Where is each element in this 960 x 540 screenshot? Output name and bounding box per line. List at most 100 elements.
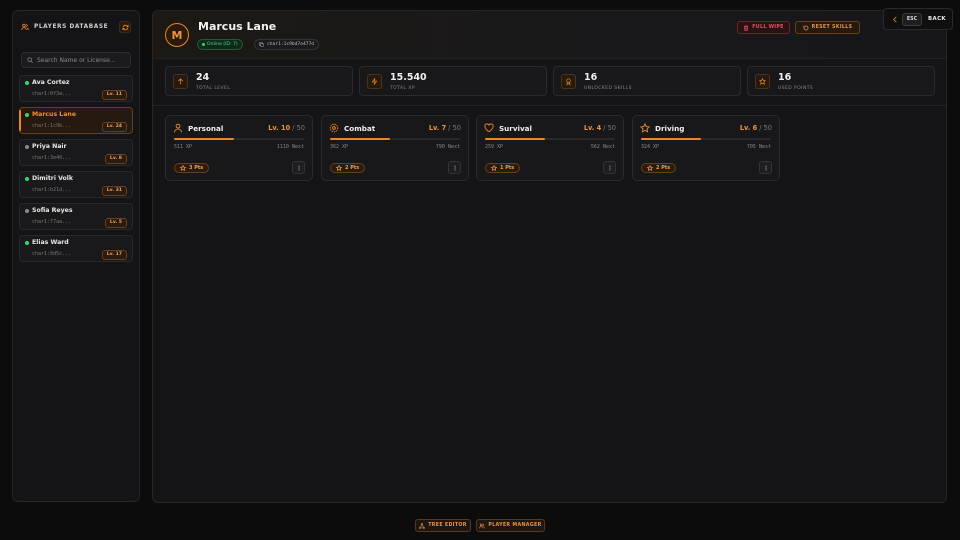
tree-menu-button[interactable]: [759, 161, 772, 174]
points-badge: 2 Pts: [330, 163, 366, 173]
reset-skills-label: RESET SKILLS: [811, 25, 853, 30]
star-icon: [336, 165, 342, 171]
points-badge: 3 Pts: [174, 163, 210, 173]
online-status-dot: [25, 81, 29, 85]
tree-name: Driving: [655, 124, 685, 133]
tree-name: Personal: [188, 124, 224, 133]
stat-unlocked-skills: 16 UNLOCKED SKILLS: [553, 66, 741, 96]
tree-next: 705 Next: [746, 144, 771, 150]
player-license: char1:77aa...: [32, 219, 72, 225]
xp-progress-fill: [485, 138, 545, 140]
player-detail-panel: M Marcus Lane Online (ID: 7) char1:1c9bd…: [152, 10, 947, 503]
trash-icon: [743, 25, 749, 31]
skill-tree-card-driving[interactable]: Driving Lv. 6 / 50 324 XP 705 Next 2 Pts: [632, 115, 780, 181]
star-icon: [640, 123, 650, 133]
stats-row: 24 TOTAL LEVEL 15.540 TOTAL XP 16 UNLOCK…: [165, 66, 935, 96]
stat-total-xp: 15.540 TOTAL XP: [359, 66, 547, 96]
player-name: Elias Ward: [32, 239, 69, 246]
esc-key-hint: ESC: [902, 13, 922, 26]
tree-xp: 324 XP: [641, 144, 660, 150]
online-status-dot: [25, 113, 29, 117]
xp-progress-bar: [641, 138, 771, 140]
player-name: Ava Cortez: [32, 79, 70, 86]
refresh-button[interactable]: [119, 21, 131, 33]
bolt-icon: [367, 74, 382, 89]
license-chip[interactable]: char1:1c9bd7e477d: [254, 39, 320, 50]
player-item-priya-nair[interactable]: Priya Nair char1:3e40... Lv. 8: [19, 139, 133, 166]
xp-progress-bar: [174, 138, 304, 140]
divider: [153, 105, 946, 106]
star-icon: [180, 165, 186, 171]
online-status-dot: [25, 241, 29, 245]
search-icon: [27, 57, 33, 63]
stat-value: 16: [584, 72, 598, 83]
tree-xp: 511 XP: [174, 144, 193, 150]
player-license: char1:1c9b...: [32, 123, 72, 129]
status-text: Online (ID: 7): [207, 42, 238, 47]
tree-menu-button[interactable]: [603, 161, 616, 174]
tree-level: Lv. 6 / 50: [739, 124, 772, 132]
skill-tree-card-survival[interactable]: Survival Lv. 4 / 50 259 XP 562 Next 1 Pt…: [476, 115, 624, 181]
crosshair-icon: [329, 123, 339, 133]
player-header: M Marcus Lane Online (ID: 7) char1:1c9bd…: [153, 11, 946, 59]
xp-progress-fill: [641, 138, 701, 140]
player-manager-button[interactable]: PLAYER MANAGER: [476, 519, 545, 532]
full-wipe-label: FULL WIPE: [752, 25, 784, 30]
player-level-badge: Lv. 5: [104, 218, 127, 228]
xp-progress-bar: [330, 138, 460, 140]
reset-skills-button[interactable]: RESET SKILLS: [795, 21, 860, 34]
xp-progress-fill: [330, 138, 390, 140]
skill-tree-card-combat[interactable]: Combat Lv. 7 / 50 362 XP 790 Next 2 Pts: [321, 115, 469, 181]
online-dot: [202, 43, 205, 46]
star-icon: [647, 165, 653, 171]
search-box: [21, 52, 131, 68]
player-item-ava-cortez[interactable]: Ava Cortez char1:0f3a... Lv. 11: [19, 75, 133, 102]
player-item-marcus-lane[interactable]: Marcus Lane char1:1c9b... Lv. 24: [19, 107, 133, 134]
player-manager-label: PLAYER MANAGER: [488, 523, 542, 528]
license-text: char1:1c9bd7e477d: [267, 42, 315, 47]
back-label: BACK: [928, 16, 947, 22]
player-item-elias-ward[interactable]: Elias Ward char1:0d5c... Lv. 17: [19, 235, 133, 262]
tree-name: Combat: [344, 124, 376, 133]
player-item-sofia-reyes[interactable]: Sofia Reyes char1:77aa... Lv. 5: [19, 203, 133, 230]
offline-status-dot: [25, 209, 29, 213]
award-icon: [561, 74, 576, 89]
player-license: char1:3e40...: [32, 155, 72, 161]
points-text: 3 Pts: [189, 165, 204, 171]
tree-name: Survival: [499, 124, 532, 133]
player-name: Dimitri Volk: [32, 175, 74, 182]
player-license: char1:0f3a...: [32, 91, 72, 97]
page-title: Marcus Lane: [198, 20, 277, 33]
full-wipe-button[interactable]: FULL WIPE: [737, 21, 790, 34]
stat-value: 24: [196, 72, 210, 83]
chevron-left-icon: [892, 16, 898, 23]
tree-xp: 259 XP: [485, 144, 504, 150]
tree-menu-button[interactable]: [448, 161, 461, 174]
points-badge: 2 Pts: [641, 163, 677, 173]
tree-level: Lv. 10 / 50: [268, 124, 305, 132]
stat-label: USED POINTS: [778, 86, 814, 91]
player-level-badge: Lv. 24: [101, 122, 127, 132]
tree-editor-button[interactable]: TREE EDITOR: [415, 519, 471, 532]
copy-icon: [259, 42, 264, 47]
player-item-dimitri-volk[interactable]: Dimitri Volk char1:b21d... Lv. 31: [19, 171, 133, 198]
player-name: Sofia Reyes: [32, 207, 73, 214]
points-text: 2 Pts: [345, 165, 360, 171]
points-text: 1 Pts: [500, 165, 515, 171]
users-icon: [21, 23, 29, 31]
search-input[interactable]: [37, 56, 125, 64]
stat-label: TOTAL XP: [390, 86, 415, 91]
users-icon: [479, 523, 486, 528]
user-icon: [173, 123, 183, 133]
back-button[interactable]: ESC BACK: [883, 8, 953, 30]
tree-menu-button[interactable]: [292, 161, 305, 174]
skill-tree-card-personal[interactable]: Personal Lv. 10 / 50 511 XP 1110 Next 3 …: [165, 115, 313, 181]
stat-label: UNLOCKED SKILLS: [584, 86, 632, 91]
reset-icon: [803, 25, 808, 30]
tree-editor-label: TREE EDITOR: [428, 523, 467, 528]
sidebar-header: PLAYERS DATABASE: [21, 20, 131, 34]
points-text: 2 Pts: [656, 165, 671, 171]
player-license: char1:0d5c...: [32, 251, 72, 257]
player-name: Marcus Lane: [32, 111, 77, 118]
tree-next: 562 Next: [590, 144, 615, 150]
